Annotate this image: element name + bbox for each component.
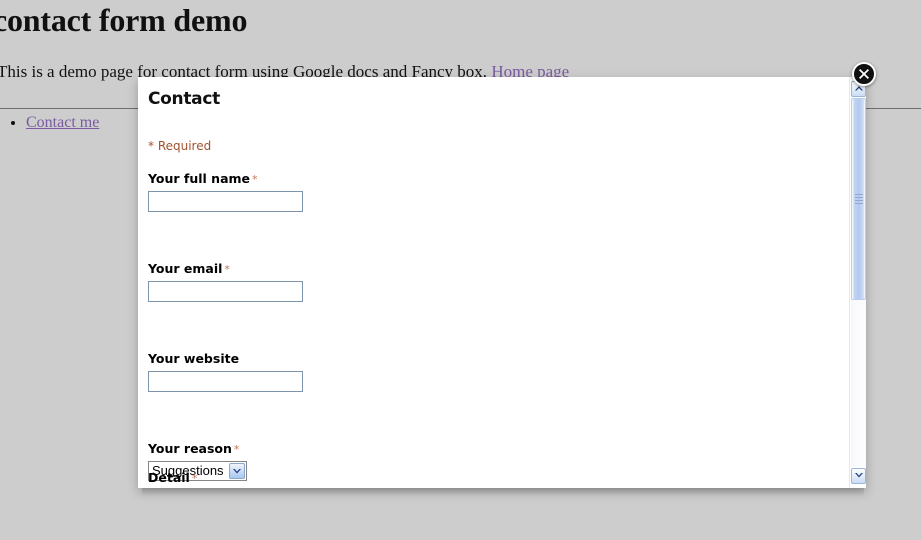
scrollbar-grip-icon [855, 194, 863, 204]
field-label: Your full name * [148, 171, 258, 186]
modal-shadow [142, 488, 864, 496]
contact-me-link[interactable]: Contact me [26, 114, 99, 131]
close-icon[interactable] [852, 62, 876, 86]
modal-scrollbar[interactable] [849, 77, 866, 488]
scrollbar-thumb[interactable] [851, 98, 866, 300]
email-input[interactable] [148, 281, 303, 302]
contact-modal: Contact * Required Your full name * Your … [138, 77, 866, 488]
chevron-down-icon[interactable] [229, 463, 245, 479]
field-your-website: Your website [148, 351, 838, 392]
modal-heading: Contact [148, 89, 220, 109]
modal-content: Contact * Required Your full name * Your … [138, 77, 838, 488]
field-label-detail-cutoff: Detail * [148, 470, 197, 482]
field-label: Your website [148, 351, 240, 366]
required-note: * Required [148, 139, 212, 153]
full-name-input[interactable] [148, 191, 303, 212]
required-asterisk: * [252, 173, 258, 186]
nav-list: Contact me [0, 113, 99, 133]
field-your-reason: Your reason * Suggestions [148, 441, 838, 486]
required-asterisk: * [233, 443, 240, 456]
page-title: contact form demo [0, 2, 248, 38]
required-asterisk: * [191, 472, 198, 482]
required-asterisk: * [224, 263, 230, 276]
field-your-full-name: Your full name * [148, 171, 838, 212]
field-your-email: Your email * [148, 261, 838, 302]
field-label: Your email * [148, 261, 230, 276]
field-label: Your reason * [148, 441, 240, 456]
website-input[interactable] [148, 371, 303, 392]
list-item: Contact me [26, 113, 99, 133]
scrollbar-down-button[interactable] [851, 468, 866, 484]
